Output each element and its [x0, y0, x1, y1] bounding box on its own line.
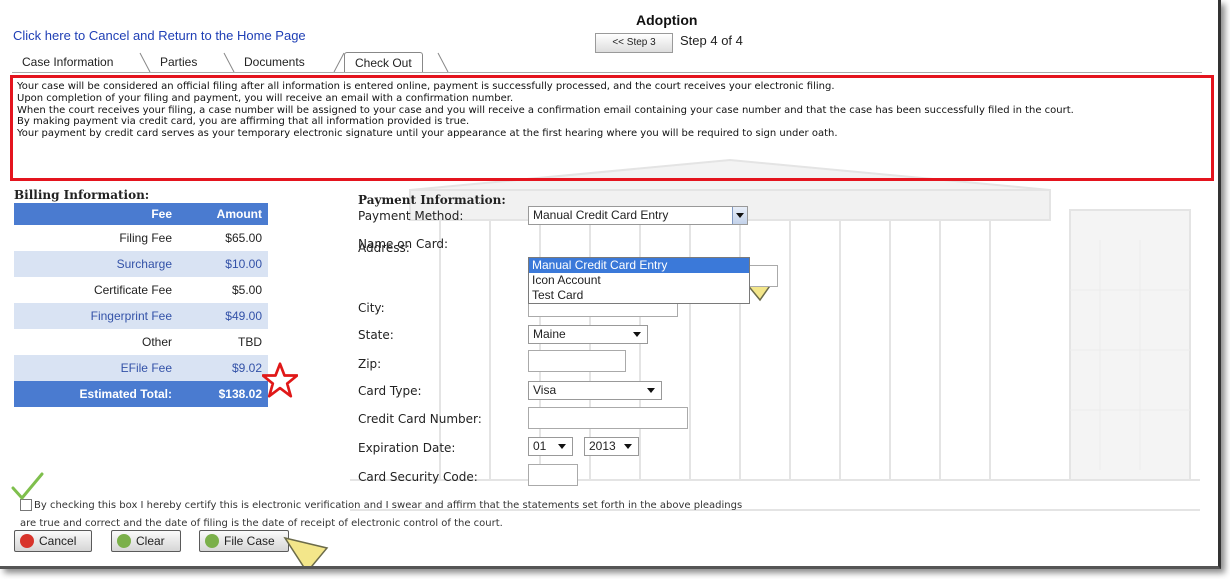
expiration-date-label: Expiration Date: — [358, 441, 456, 455]
fee-amount: $10.00 — [178, 251, 268, 277]
card-type-select[interactable]: Visa — [528, 381, 662, 400]
amount-column-header: Amount — [178, 203, 268, 225]
fee-amount: $65.00 — [225, 231, 262, 245]
city-label: City: — [358, 301, 385, 315]
card-security-code-label: Card Security Code: — [358, 470, 478, 484]
credit-card-number-label: Credit Card Number: — [358, 412, 482, 426]
dropdown-option-icon-account[interactable]: Icon Account — [529, 273, 749, 288]
chevron-down-icon — [624, 444, 632, 449]
card-security-code-input[interactable] — [528, 464, 578, 486]
billing-fee-table: Fee Amount Filing Fee $65.00 Surcharge $… — [14, 203, 268, 407]
expiration-month-value: 01 — [533, 439, 547, 453]
state-select[interactable]: Maine — [528, 325, 648, 344]
tab-separator — [437, 52, 449, 72]
notice-line: Your payment by credit card serves as yo… — [17, 128, 838, 140]
step-3-back-button[interactable]: << Step 3 — [595, 33, 673, 53]
notice-line: Upon completion of your filing and payme… — [17, 92, 514, 104]
table-row: Fingerprint Fee $49.00 — [14, 303, 268, 329]
tab-parties[interactable]: Parties — [150, 52, 207, 72]
notice-line: Your case will be considered an official… — [17, 81, 835, 92]
clear-icon — [117, 534, 131, 548]
fee-name: EFile Fee — [14, 355, 178, 381]
payment-method-select[interactable]: Manual Credit Card Entry — [528, 206, 748, 225]
fee-amount: $49.00 — [178, 303, 268, 329]
tab-documents[interactable]: Documents — [234, 52, 315, 72]
payment-information-heading: Payment Information: — [358, 193, 506, 207]
billing-information-heading: Billing Information: — [14, 188, 150, 202]
file-case-button-label: File Case — [224, 534, 275, 548]
notice-line: By making payment via credit card, you a… — [17, 116, 470, 128]
expiration-year-select[interactable]: 2013 — [584, 437, 639, 456]
chevron-down-icon — [647, 388, 655, 393]
fee-name: Filing Fee — [119, 231, 172, 245]
payment-method-dropdown-list[interactable]: Manual Credit Card Entry Icon Account Te… — [528, 257, 750, 304]
estimated-total-amount: $138.02 — [178, 381, 268, 407]
table-row: EFile Fee $9.02 — [14, 355, 268, 381]
table-row: Surcharge $10.00 — [14, 251, 268, 277]
notice-line: When the court receives your filing, a c… — [17, 104, 1074, 116]
wizard-tabs: Case Information Parties Documents Check… — [12, 52, 452, 74]
star-icon — [262, 362, 298, 398]
chevron-down-icon — [736, 213, 744, 218]
card-type-label: Card Type: — [358, 384, 422, 398]
chevron-down-icon — [633, 332, 641, 337]
expiration-month-select[interactable]: 01 — [528, 437, 573, 456]
credit-card-number-input[interactable] — [528, 407, 688, 429]
fee-name: Surcharge — [14, 251, 178, 277]
fee-amount: $9.02 — [178, 355, 268, 381]
estimated-total-label: Estimated Total: — [14, 381, 178, 407]
expiration-year-value: 2013 — [589, 439, 616, 453]
chevron-down-icon — [558, 444, 566, 449]
fee-column-header: Fee — [14, 203, 178, 225]
cancel-button-label: Cancel — [39, 534, 77, 548]
zip-input[interactable] — [528, 350, 626, 372]
step-indicator: Step 4 of 4 — [680, 33, 743, 48]
file-case-icon — [205, 534, 219, 548]
table-row: Other TBD — [14, 329, 268, 355]
state-value: Maine — [533, 327, 566, 341]
payment-method-value: Manual Credit Card Entry — [533, 208, 669, 222]
tab-baseline — [12, 72, 1202, 73]
fee-name: Certificate Fee — [93, 283, 172, 297]
fee-amount: $5.00 — [231, 283, 262, 297]
file-case-button[interactable]: File Case — [199, 530, 289, 552]
zip-label: Zip: — [358, 357, 382, 371]
table-row: Certificate Fee $5.00 — [14, 277, 268, 303]
tab-case-information[interactable]: Case Information — [12, 52, 123, 72]
payment-method-label: Payment Method: — [358, 209, 464, 223]
table-row: Filing Fee $65.00 — [14, 225, 268, 251]
pointer-callout-icon — [283, 536, 329, 566]
dropdown-option-manual-credit-card[interactable]: Manual Credit Card Entry — [529, 258, 749, 273]
cancel-icon — [20, 534, 34, 548]
filing-notice-box: Your case will be considered an official… — [10, 75, 1214, 181]
estimated-total-row: Estimated Total: $138.02 — [14, 381, 268, 407]
table-header-row: Fee Amount — [14, 203, 268, 225]
address-label: Address: — [358, 241, 410, 255]
clear-button-label: Clear — [136, 534, 165, 548]
dropdown-button[interactable] — [732, 207, 747, 224]
cancel-button[interactable]: Cancel — [14, 530, 92, 552]
fee-name: Fingerprint Fee — [14, 303, 178, 329]
page-title: Adoption — [636, 12, 698, 28]
fee-name: Other — [141, 335, 172, 349]
dropdown-option-test-card[interactable]: Test Card — [529, 288, 749, 303]
cancel-return-home-link[interactable]: Click here to Cancel and Return to the H… — [13, 28, 306, 43]
tab-check-out[interactable]: Check Out — [344, 52, 423, 73]
certification-statement: By checking this box I hereby certify th… — [20, 497, 850, 533]
clear-button[interactable]: Clear — [111, 530, 181, 552]
state-label: State: — [358, 328, 394, 342]
card-type-value: Visa — [533, 383, 557, 397]
checkout-page: Click here to Cancel and Return to the H… — [0, 0, 1221, 569]
fee-amount: TBD — [238, 335, 262, 349]
certification-text-line: By checking this box I hereby certify th… — [34, 500, 743, 511]
